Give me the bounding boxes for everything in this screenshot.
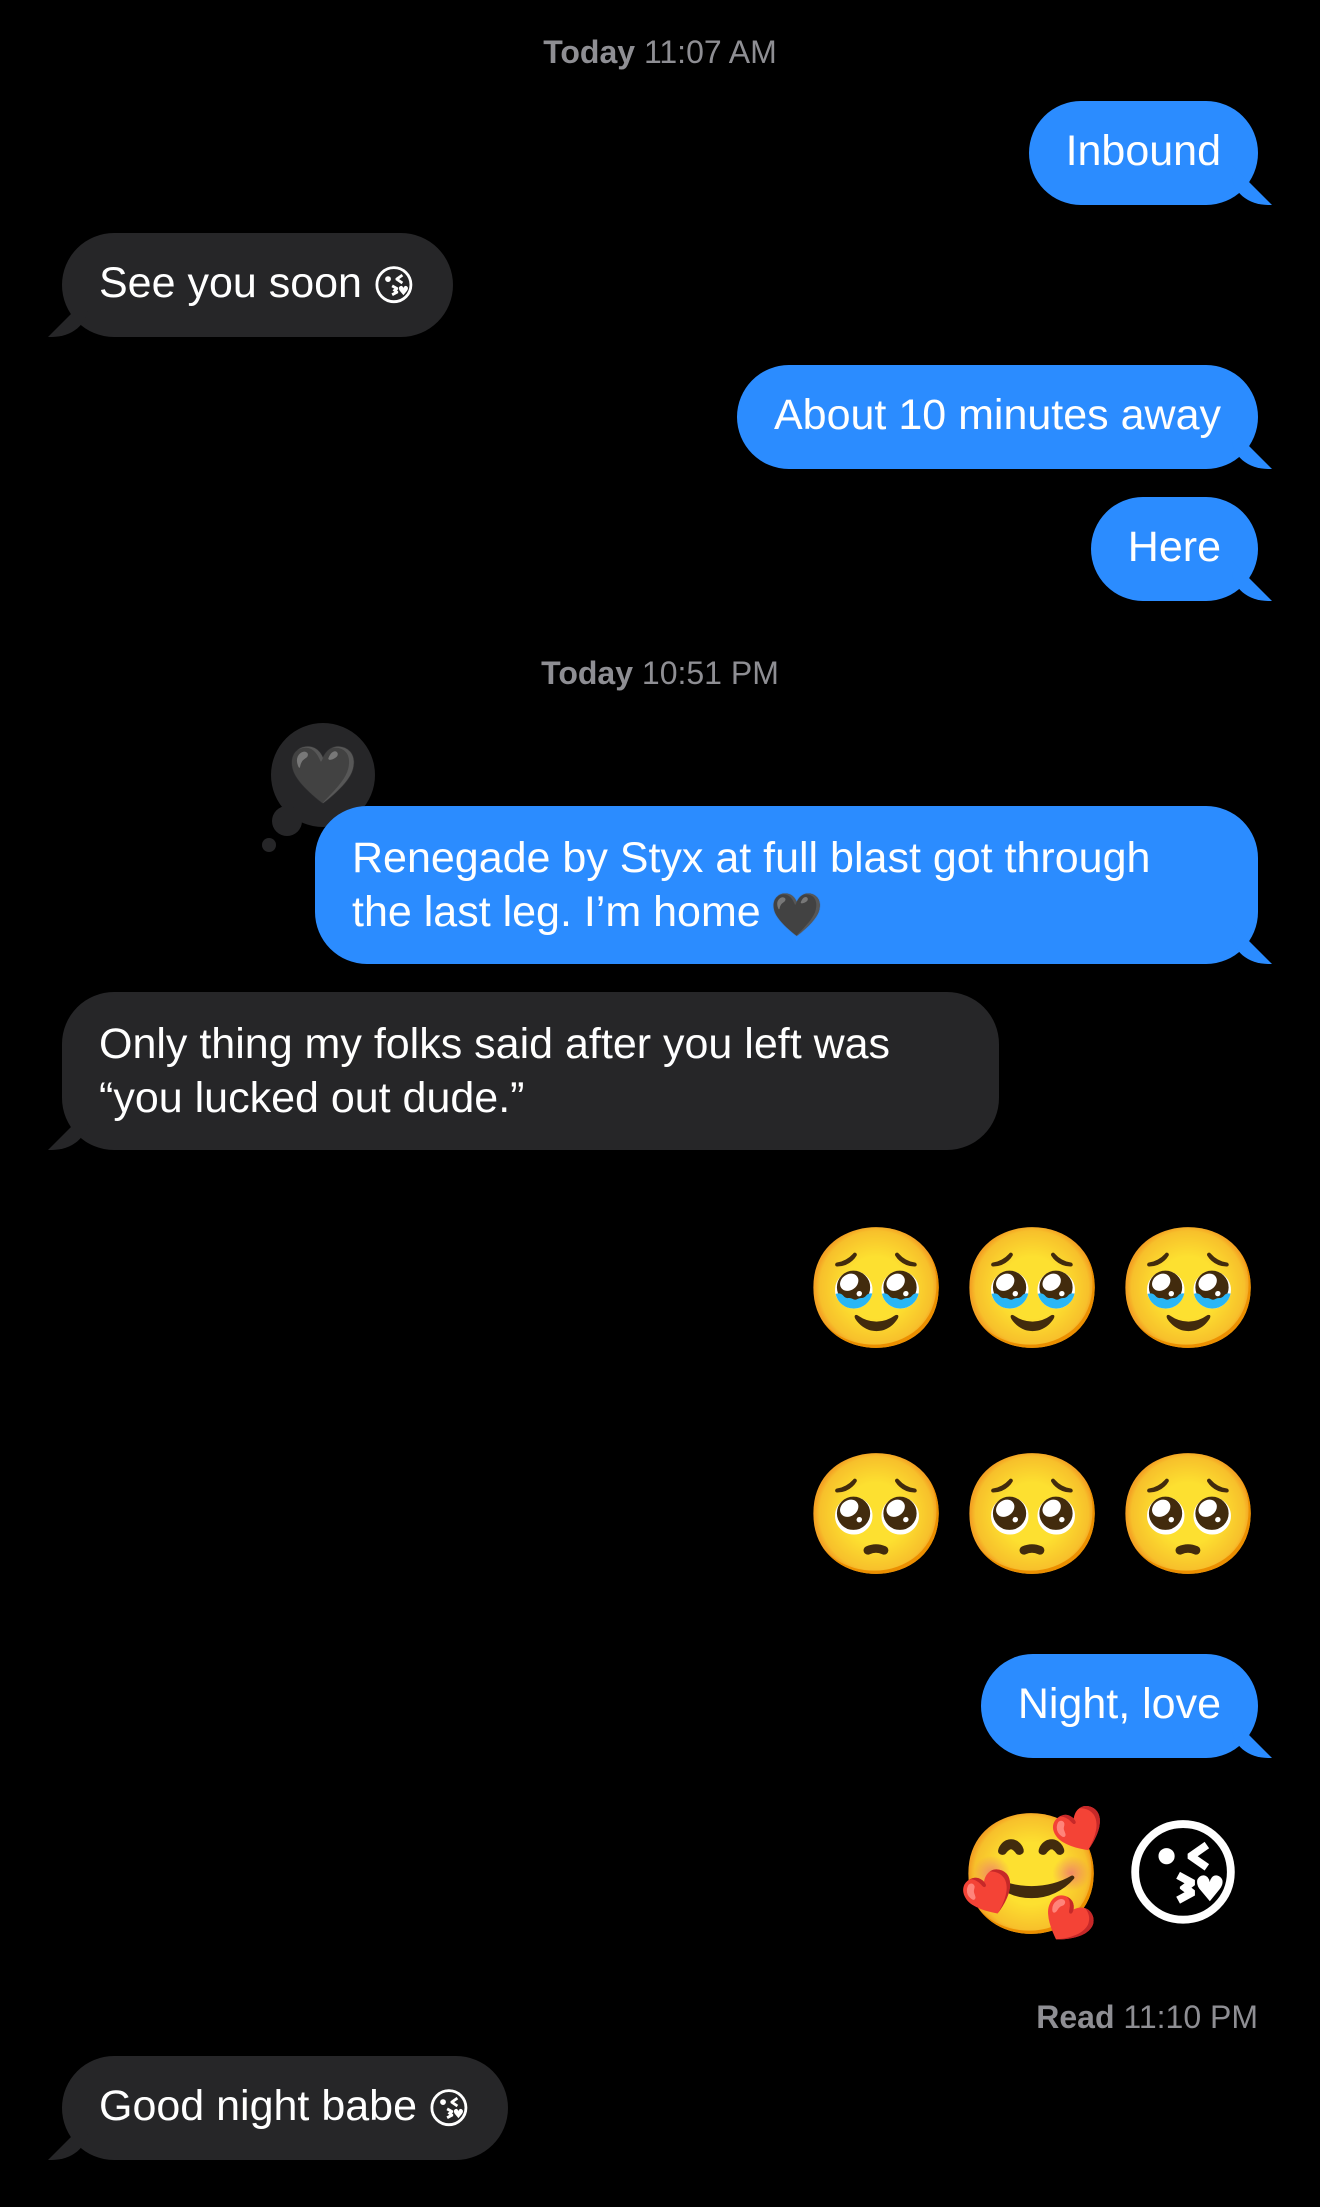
tapback-tail-dot — [272, 806, 302, 836]
kiss-emoji[interactable]: 😘 — [1113, 1805, 1253, 1945]
message-text-line: “you lucked out dude.” — [99, 1074, 525, 1122]
black-heart-emoji: 🖤 — [770, 891, 823, 938]
message-bubble-incoming[interactable]: Good night babe 😘 — [62, 2056, 508, 2160]
smiling-face-with-hearts-emoji[interactable]: 🥰 — [958, 1805, 1105, 1945]
timestamp-header: Today 10:51 PM — [0, 655, 1320, 692]
timestamp-day: Today — [543, 34, 636, 70]
message-text: Good night babe — [99, 2082, 417, 2130]
pleading-face-emoji[interactable]: 🥺 — [803, 1445, 950, 1585]
message-text: Inbound — [1065, 127, 1221, 175]
pleading-face-emoji[interactable]: 🥹 — [959, 1219, 1106, 1359]
timestamp-time: 10:51 PM — [641, 655, 779, 691]
message-bubble-incoming[interactable]: Only thing my folks said after you left … — [62, 992, 999, 1150]
timestamp-time: 11:07 AM — [643, 34, 777, 70]
read-time: 11:10 PM — [1123, 1999, 1258, 2035]
message-text: About 10 minutes away — [774, 391, 1221, 439]
message-bubble-outgoing[interactable]: Here — [1090, 497, 1258, 601]
pleading-face-emoji[interactable]: 🥹 — [1115, 1219, 1262, 1359]
message-bubble-incoming[interactable]: See you soon 😘 — [62, 233, 453, 337]
message-text-line: the last leg. I’m home — [352, 888, 761, 936]
kiss-emoji: 😘 — [371, 262, 416, 309]
message-bubble-outgoing[interactable]: Inbound — [1028, 101, 1258, 205]
message-text-line: Renegade by Styx at full blast got throu… — [352, 834, 1151, 882]
pleading-face-emoji[interactable]: 🥺 — [1115, 1445, 1262, 1585]
kiss-emoji: 😘 — [427, 2085, 471, 2132]
message-bubble-outgoing[interactable]: Night, love — [980, 1654, 1258, 1758]
message-text: See you soon — [99, 259, 362, 307]
read-label: Read — [1036, 1999, 1115, 2035]
read-receipt: Read 11:10 PM — [1036, 1999, 1258, 2036]
message-bubble-outgoing[interactable]: About 10 minutes away — [737, 365, 1258, 469]
message-text: Night, love — [1017, 1680, 1221, 1728]
pleading-face-emoji[interactable]: 🥹 — [803, 1219, 950, 1359]
message-bubble-outgoing[interactable]: Renegade by Styx at full blast got throu… — [315, 806, 1258, 964]
black-heart-icon: 🖤 — [288, 743, 358, 806]
timestamp-header: Today 11:07 AM — [0, 34, 1320, 71]
tapback-tail-dot-small — [262, 838, 276, 852]
message-text: Here — [1127, 523, 1221, 571]
pleading-face-emoji[interactable]: 🥺 — [959, 1445, 1106, 1585]
message-text-line: Only thing my folks said after you left … — [99, 1020, 891, 1068]
timestamp-day: Today — [541, 655, 633, 691]
